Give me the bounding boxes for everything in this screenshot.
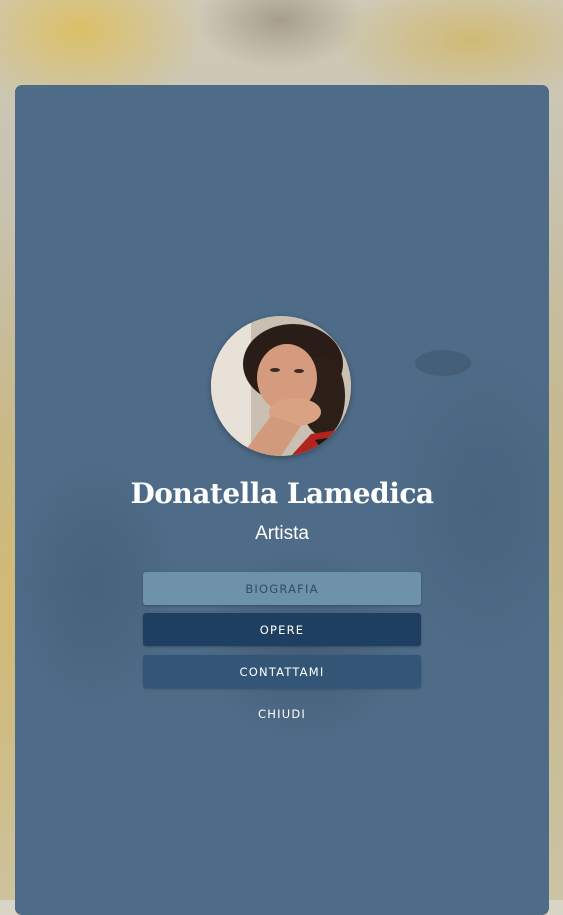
- profile-card: Donatella Lamedica Artista BIOGRAFIA OPE…: [15, 85, 549, 915]
- avatar-photo: [211, 316, 351, 456]
- opere-button[interactable]: OPERE: [143, 613, 421, 646]
- avatar: [211, 316, 351, 456]
- artist-name: Donatella Lamedica: [130, 477, 434, 510]
- contattami-button[interactable]: CONTATTAMI: [143, 655, 421, 688]
- artist-role: Artista: [255, 523, 309, 544]
- biografia-button[interactable]: BIOGRAFIA: [143, 572, 421, 605]
- chiudi-button[interactable]: CHIUDI: [143, 697, 421, 730]
- wolf-eye-decoration: [415, 350, 471, 376]
